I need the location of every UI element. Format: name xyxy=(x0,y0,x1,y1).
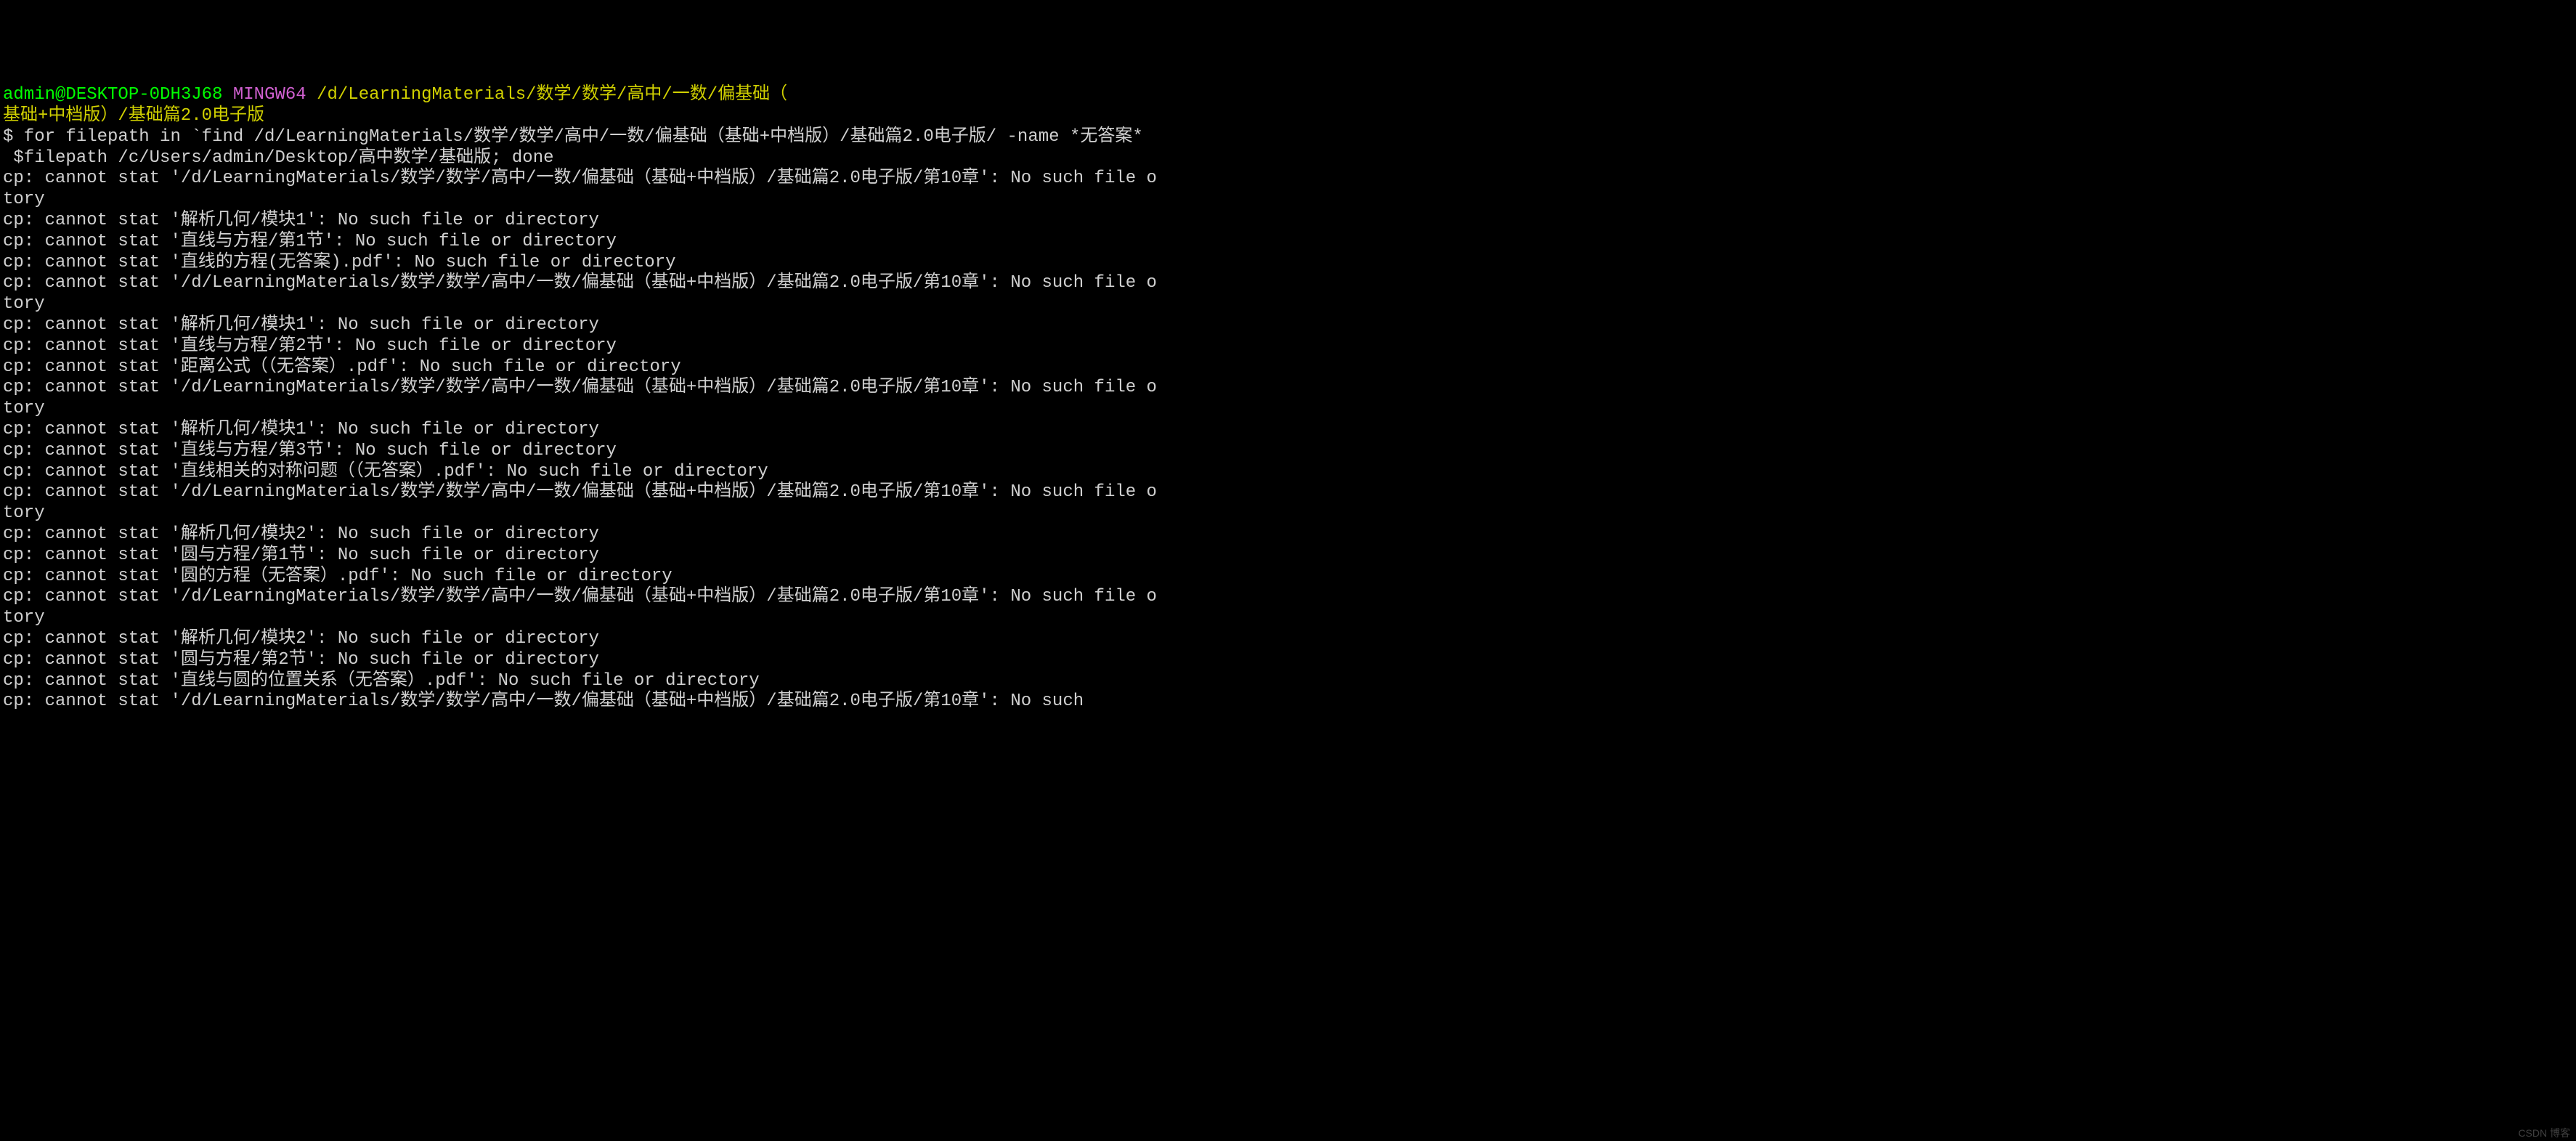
prompt-path-2: 基础+中档版）/基础篇2.0电子版 xyxy=(3,106,2573,127)
watermark: CSDN 博客 xyxy=(2518,1127,2570,1140)
output-line: tory xyxy=(3,294,2573,315)
output-line: cp: cannot stat '/d/LearningMaterials/数学… xyxy=(3,273,2573,294)
prompt-mingw: MINGW64 xyxy=(233,85,306,105)
output-line: cp: cannot stat '圆与方程/第1节': No such file… xyxy=(3,545,2573,567)
output-line: tory xyxy=(3,190,2573,211)
command-line-2: $filepath /c/Users/admin/Desktop/高中数学/基础… xyxy=(3,148,2573,169)
prompt-path-1: /d/LearningMaterials/数学/数学/高中/一数/偏基础（ xyxy=(317,85,787,105)
output-line: cp: cannot stat '解析几何/模块2': No such file… xyxy=(3,629,2573,650)
output-line: tory xyxy=(3,608,2573,629)
output-line: tory xyxy=(3,399,2573,420)
output-line: cp: cannot stat '/d/LearningMaterials/数学… xyxy=(3,691,2573,712)
prompt-line-1: admin@DESKTOP-0DH3J68 MINGW64 /d/Learnin… xyxy=(3,85,2573,106)
output-line: cp: cannot stat '圆的方程（无答案）.pdf': No such… xyxy=(3,567,2573,588)
output-line: cp: cannot stat '直线与圆的位置关系（无答案）.pdf': No… xyxy=(3,671,2573,692)
terminal-content[interactable]: admin@DESKTOP-0DH3J68 MINGW64 /d/Learnin… xyxy=(3,85,2573,712)
output-line: cp: cannot stat '解析几何/模块2': No such file… xyxy=(3,524,2573,545)
output-line: tory xyxy=(3,503,2573,524)
output-line: cp: cannot stat '圆与方程/第2节': No such file… xyxy=(3,650,2573,671)
output-line: cp: cannot stat '/d/LearningMaterials/数学… xyxy=(3,378,2573,399)
output-line: cp: cannot stat '直线相关的对称问题（（无答案）.pdf': N… xyxy=(3,462,2573,483)
output-line: cp: cannot stat '直线与方程/第2节': No such fil… xyxy=(3,336,2573,357)
output-line: cp: cannot stat '/d/LearningMaterials/数学… xyxy=(3,482,2573,503)
output-line: cp: cannot stat '解析几何/模块1': No such file… xyxy=(3,420,2573,441)
prompt-user: admin@DESKTOP-0DH3J68 xyxy=(3,85,222,105)
output-line: cp: cannot stat '解析几何/模块1': No such file… xyxy=(3,211,2573,232)
command-line-1: $ for filepath in `find /d/LearningMater… xyxy=(3,127,2573,148)
output-line: cp: cannot stat '直线的方程(无答案).pdf': No suc… xyxy=(3,253,2573,274)
output-line: cp: cannot stat '直线与方程/第1节': No such fil… xyxy=(3,232,2573,253)
output-line: cp: cannot stat '解析几何/模块1': No such file… xyxy=(3,315,2573,336)
output-line: cp: cannot stat '/d/LearningMaterials/数学… xyxy=(3,168,2573,190)
output-line: cp: cannot stat '/d/LearningMaterials/数学… xyxy=(3,587,2573,608)
output-line: cp: cannot stat '直线与方程/第3节': No such fil… xyxy=(3,441,2573,462)
output-line: cp: cannot stat '距离公式（（无答案）.pdf': No suc… xyxy=(3,357,2573,378)
